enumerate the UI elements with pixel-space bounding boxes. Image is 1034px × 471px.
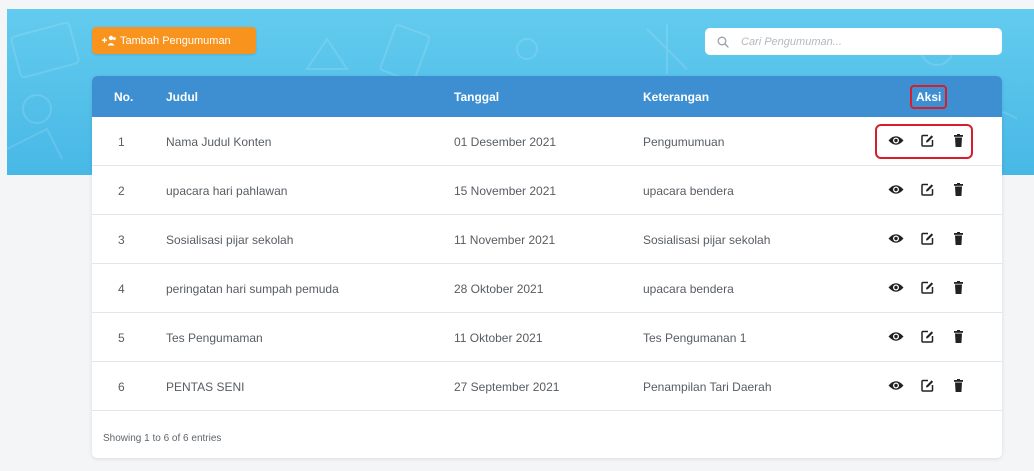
cell-tanggal: 15 November 2021	[454, 184, 557, 198]
delete-button[interactable]	[950, 132, 966, 148]
add-announcement-button[interactable]: Tambah Pengumuman	[92, 27, 256, 54]
header-aksi: Aksi	[910, 85, 948, 109]
edit-icon	[920, 134, 933, 147]
delete-button[interactable]	[950, 377, 966, 393]
trash-icon	[953, 231, 963, 245]
view-button[interactable]	[888, 377, 904, 393]
trash-icon	[953, 133, 963, 147]
edit-icon	[920, 183, 933, 196]
cell-tanggal: 11 Oktober 2021	[454, 331, 543, 345]
announcement-table: No. Judul Tanggal Keterangan Aksi 1 Nama…	[92, 76, 1002, 458]
delete-button[interactable]	[950, 279, 966, 295]
eye-icon	[888, 184, 904, 194]
cell-tanggal: 01 Desember 2021	[454, 135, 557, 149]
cell-no: 1	[118, 135, 125, 149]
row-actions	[888, 377, 966, 393]
row-actions	[888, 279, 966, 295]
header-judul: Judul	[166, 90, 198, 104]
view-button[interactable]	[888, 230, 904, 246]
entries-info: Showing 1 to 6 of 6 entries	[103, 433, 222, 444]
eye-icon	[888, 233, 904, 243]
eye-icon	[888, 135, 904, 145]
table-body: 1 Nama Judul Konten 01 Desember 2021 Pen…	[92, 117, 1002, 411]
add-announcement-label: Tambah Pengumuman	[120, 34, 231, 47]
row-actions	[888, 181, 966, 197]
header-keterangan: Keterangan	[643, 90, 710, 104]
cell-judul: Nama Judul Konten	[166, 135, 272, 149]
cell-tanggal: 27 September 2021	[454, 380, 560, 394]
edit-icon	[920, 281, 933, 294]
cell-judul: peringatan hari sumpah pemuda	[166, 282, 339, 296]
edit-icon	[920, 330, 933, 343]
cell-keterangan: Pengumumuan	[643, 135, 725, 149]
cell-no: 4	[118, 282, 125, 296]
cell-keterangan: Penampilan Tari Daerah	[643, 380, 772, 394]
search-icon	[717, 36, 729, 48]
cell-judul: PENTAS SENI	[166, 380, 245, 394]
edit-icon	[920, 379, 933, 392]
delete-button[interactable]	[950, 181, 966, 197]
cell-keterangan: Tes Pengumanan 1	[643, 331, 747, 345]
cell-judul: Tes Pengumaman	[166, 331, 263, 345]
cell-tanggal: 11 November 2021	[454, 233, 556, 247]
table-row: 3 Sosialisasi pijar sekolah 11 November …	[92, 215, 1002, 264]
trash-icon	[953, 182, 963, 196]
view-button[interactable]	[888, 132, 904, 148]
header-tanggal: Tanggal	[454, 90, 500, 104]
table-header: No. Judul Tanggal Keterangan Aksi	[92, 76, 1002, 117]
delete-button[interactable]	[950, 328, 966, 344]
trash-icon	[953, 329, 963, 343]
cell-keterangan: Sosialisasi pijar sekolah	[643, 233, 771, 247]
row-actions	[888, 328, 966, 344]
delete-button[interactable]	[950, 230, 966, 246]
edit-button[interactable]	[919, 328, 935, 344]
view-button[interactable]	[888, 181, 904, 197]
eye-icon	[888, 331, 904, 341]
edit-button[interactable]	[919, 132, 935, 148]
header-no: No.	[114, 90, 134, 104]
table-row: 4 peringatan hari sumpah pemuda 28 Oktob…	[92, 264, 1002, 313]
edit-icon	[920, 232, 933, 245]
eye-icon	[888, 380, 904, 390]
cell-no: 3	[118, 233, 125, 247]
edit-button[interactable]	[919, 377, 935, 393]
view-button[interactable]	[888, 328, 904, 344]
table-row: 1 Nama Judul Konten 01 Desember 2021 Pen…	[92, 117, 1002, 166]
table-row: 5 Tes Pengumaman 11 Oktober 2021 Tes Pen…	[92, 313, 1002, 362]
edit-button[interactable]	[919, 181, 935, 197]
cell-judul: upacara hari pahlawan	[166, 184, 288, 198]
table-row: 2 upacara hari pahlawan 15 November 2021…	[92, 166, 1002, 215]
table-row: 6 PENTAS SENI 27 September 2021 Penampil…	[92, 362, 1002, 411]
view-button[interactable]	[888, 279, 904, 295]
cell-keterangan: upacara bendera	[643, 184, 734, 198]
eye-icon	[888, 282, 904, 292]
cell-judul: Sosialisasi pijar sekolah	[166, 233, 294, 247]
row-actions	[888, 132, 966, 148]
search-input[interactable]	[741, 35, 981, 48]
cell-no: 2	[118, 184, 125, 198]
cell-tanggal: 28 Oktober 2021	[454, 282, 544, 296]
trash-icon	[953, 280, 963, 294]
add-users-icon	[102, 35, 116, 46]
cell-no: 6	[118, 380, 125, 394]
edit-button[interactable]	[919, 279, 935, 295]
search-box[interactable]	[705, 28, 1002, 55]
trash-icon	[953, 378, 963, 392]
edit-button[interactable]	[919, 230, 935, 246]
cell-keterangan: upacara bendera	[643, 282, 734, 296]
row-actions	[888, 230, 966, 246]
cell-no: 5	[118, 331, 125, 345]
